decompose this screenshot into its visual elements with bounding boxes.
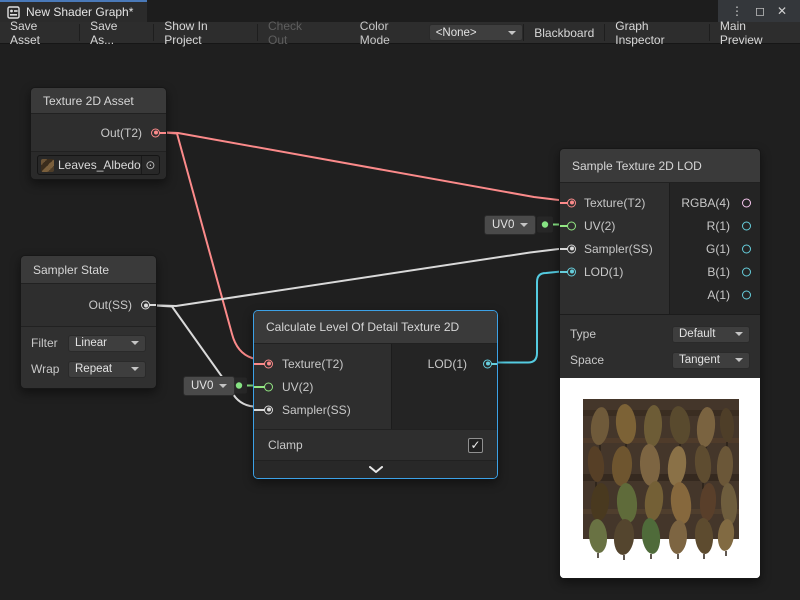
port-label-b: B(1) <box>707 265 730 279</box>
uv-default-dot <box>236 382 242 388</box>
wire-texture-to-calculate-lod[interactable] <box>156 132 268 363</box>
port-label-lod: LOD(1) <box>428 357 467 371</box>
port-out-lod[interactable] <box>483 359 492 368</box>
save-as-button[interactable]: Save As... <box>80 22 153 43</box>
save-asset-button[interactable]: Save Asset <box>0 22 79 43</box>
shader-graph-window: New Shader Graph* ⋮ ◻ ✕ Save Asset Save … <box>0 0 800 600</box>
node-sampler-state[interactable]: Sampler State Out(SS) Filter Linear Wrap… <box>20 255 157 389</box>
port-label-rgba: RGBA(4) <box>681 196 730 210</box>
node-title: Sampler State <box>21 256 156 284</box>
port-out-r[interactable] <box>742 221 751 230</box>
space-value: Tangent <box>679 354 720 366</box>
port-out-sampler-state[interactable] <box>141 301 150 310</box>
color-mode-label: Color Mode <box>360 19 421 47</box>
node-preview-image <box>560 378 760 578</box>
uv-default-dot <box>542 221 548 227</box>
type-value: Default <box>679 328 715 340</box>
chevron-down-icon <box>735 332 743 336</box>
uv-channel-value: UV0 <box>191 380 213 392</box>
clamp-label: Clamp <box>268 438 303 452</box>
node-sample-texture-2d-lod[interactable]: Sample Texture 2D LOD Texture(T2) UV(2) … <box>559 148 761 579</box>
space-label: Space <box>570 353 604 367</box>
port-label-sampler: Sampler(SS) <box>584 242 653 256</box>
wrap-dropdown[interactable]: Repeat <box>68 361 146 378</box>
port-in-sampler[interactable] <box>264 405 273 414</box>
port-in-texture[interactable] <box>264 359 273 368</box>
port-label-a: A(1) <box>707 288 730 302</box>
output-ports: LOD(1) <box>391 344 497 429</box>
port-label-r: R(1) <box>707 219 730 233</box>
port-label-out-t2: Out(T2) <box>101 126 142 140</box>
color-mode-dropdown[interactable]: <None> <box>429 24 524 41</box>
filter-label: Filter <box>31 336 58 350</box>
object-picker-icon[interactable]: ⊙ <box>141 156 159 174</box>
port-label-texture: Texture(T2) <box>584 196 645 210</box>
port-label-lod: LOD(1) <box>584 265 623 279</box>
port-stub <box>159 132 166 134</box>
filter-dropdown[interactable]: Linear <box>68 335 146 352</box>
port-stub <box>149 304 156 306</box>
input-ports: Texture(T2) UV(2) Sampler(SS) <box>254 344 391 429</box>
port-label-uv: UV(2) <box>584 219 615 233</box>
node-calculate-lod-texture-2d[interactable]: Calculate Level Of Detail Texture 2D Tex… <box>253 310 498 479</box>
node-title: Texture 2D Asset <box>31 88 166 114</box>
chevron-down-icon <box>131 341 139 345</box>
texture-asset-name: Leaves_Albedo <box>58 158 141 172</box>
chevron-down-icon <box>520 223 528 227</box>
port-out-b[interactable] <box>742 267 751 276</box>
chevron-down-icon <box>369 466 383 473</box>
clamp-checkbox[interactable]: ✓ <box>468 438 483 453</box>
wrap-value: Repeat <box>75 363 112 375</box>
port-out-g[interactable] <box>742 244 751 253</box>
port-out-rgba[interactable] <box>742 198 751 207</box>
tab-title: New Shader Graph* <box>26 5 133 19</box>
port-label-g: G(1) <box>706 242 730 256</box>
color-mode-value: <None> <box>436 27 477 39</box>
type-dropdown[interactable]: Default <box>672 326 750 343</box>
node-title: Sample Texture 2D LOD <box>560 149 760 183</box>
blackboard-toggle-button[interactable]: Blackboard <box>524 22 604 43</box>
port-out-texture2d[interactable] <box>151 128 160 137</box>
show-in-project-button[interactable]: Show In Project <box>154 22 257 43</box>
uv-channel-dropdown-sample[interactable]: UV0 <box>484 215 536 235</box>
node-texture-2d-asset[interactable]: Texture 2D Asset Out(T2) Leaves_Albedo ⊙ <box>30 87 167 180</box>
space-dropdown[interactable]: Tangent <box>672 352 750 369</box>
uv-channel-dropdown-calculate[interactable]: UV0 <box>183 376 235 396</box>
node-title: Calculate Level Of Detail Texture 2D <box>254 311 497 344</box>
main-preview-toggle-button[interactable]: Main Preview <box>710 22 800 43</box>
chevron-down-icon <box>508 31 516 35</box>
port-label-out-ss: Out(SS) <box>89 298 132 312</box>
chevron-down-icon <box>219 384 227 388</box>
wrap-label: Wrap <box>31 362 59 376</box>
port-label-sampler: Sampler(SS) <box>282 403 351 417</box>
texture-thumbnail-icon <box>41 159 54 172</box>
port-in-sampler[interactable] <box>567 244 576 253</box>
graph-inspector-toggle-button[interactable]: Graph Inspector <box>605 22 709 43</box>
filter-value: Linear <box>75 337 107 349</box>
wire-texture-to-sample-lod[interactable] <box>156 132 571 202</box>
shader-graph-icon <box>7 6 20 19</box>
toolbar: Save Asset Save As... Show In Project Ch… <box>0 22 800 44</box>
output-ports: RGBA(4) R(1) G(1) B(1) A(1) <box>669 183 760 314</box>
check-out-button: Check Out <box>258 22 334 43</box>
collapse-preview-button[interactable] <box>254 460 497 478</box>
chevron-down-icon <box>131 367 139 371</box>
port-label-uv: UV(2) <box>282 380 313 394</box>
uv-channel-value: UV0 <box>492 219 514 231</box>
port-in-texture[interactable] <box>567 198 576 207</box>
port-label-texture: Texture(T2) <box>282 357 343 371</box>
texture-asset-field[interactable]: Leaves_Albedo ⊙ <box>37 155 160 175</box>
chevron-down-icon <box>735 358 743 362</box>
type-label: Type <box>570 327 596 341</box>
input-ports: Texture(T2) UV(2) Sampler(SS) LOD(1) <box>560 183 669 314</box>
port-in-lod[interactable] <box>567 267 576 276</box>
port-out-a[interactable] <box>742 290 751 299</box>
port-in-uv[interactable] <box>567 221 576 230</box>
port-in-uv[interactable] <box>264 382 273 391</box>
